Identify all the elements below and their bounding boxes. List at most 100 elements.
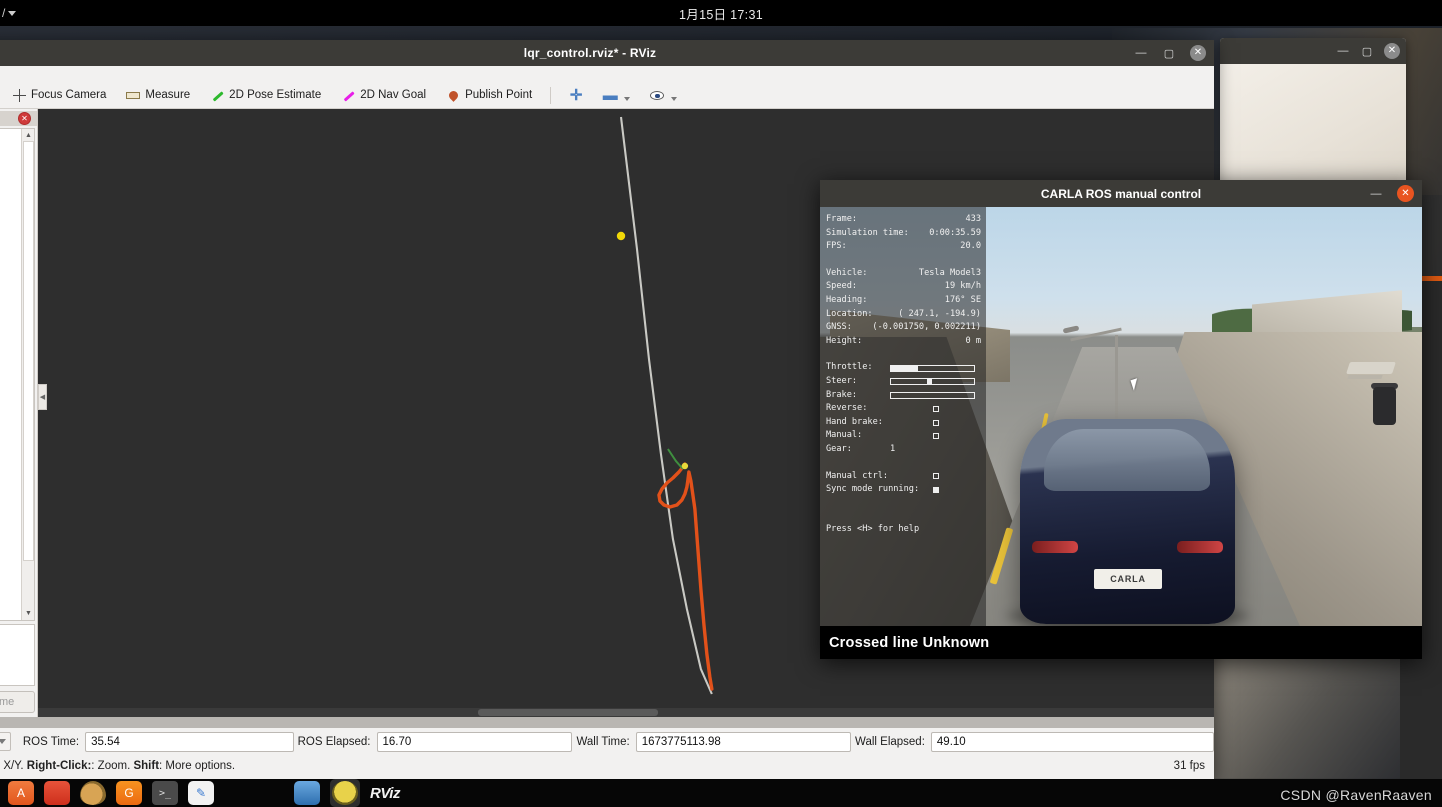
toolbar-divider bbox=[550, 86, 552, 104]
measure-ruler-icon bbox=[126, 88, 141, 102]
tool-zoom-out[interactable]: ▬ bbox=[593, 86, 640, 104]
tool-2d-nav-goal-label: 2D Nav Goal bbox=[360, 89, 427, 101]
sim-ego-vehicle: CARLA bbox=[1020, 419, 1235, 624]
chevron-down-icon[interactable] bbox=[671, 97, 678, 101]
wall-elapsed-field[interactable]: 49.10 bbox=[930, 731, 1214, 752]
displays-panel: ✕ e/… ▲ ▼ name bbox=[0, 109, 38, 717]
displays-property-area[interactable] bbox=[0, 624, 35, 686]
hud-location-value: ( 247.1, -194.9) bbox=[898, 308, 981, 319]
waypoint-marker bbox=[616, 231, 626, 241]
tool-zoom-in[interactable]: ✛ bbox=[559, 86, 593, 104]
minimize-icon[interactable]: — bbox=[1134, 47, 1148, 59]
visibility-eye-icon bbox=[650, 88, 665, 102]
sim-street-lamp-head bbox=[1062, 325, 1080, 334]
close-icon[interactable]: ✕ bbox=[1397, 185, 1414, 202]
hud-reverse-row: Reverse: bbox=[826, 402, 981, 416]
scroll-up-icon[interactable]: ▲ bbox=[23, 130, 34, 141]
watermark: CSDN @RavenRaaven bbox=[1280, 787, 1432, 803]
hud-steer-label: Steer: bbox=[826, 375, 858, 386]
rviz-toolbar: Focus Camera Measure 2D Pose Estimate 2D… bbox=[0, 82, 1214, 109]
pose-estimate-arrow-icon bbox=[210, 88, 224, 102]
hud-gear-row: Gear: 1 bbox=[826, 443, 981, 457]
top-bar-app-menu[interactable]: / bbox=[2, 6, 17, 20]
close-icon[interactable]: ✕ bbox=[18, 112, 31, 125]
taskbar-active-app-label: RViz bbox=[370, 784, 400, 802]
taskbar-active-app[interactable] bbox=[330, 779, 360, 807]
heading-segment-line bbox=[667, 448, 684, 470]
time-source-select[interactable] bbox=[0, 732, 11, 751]
displays-scrollbar[interactable]: ▲ ▼ bbox=[21, 129, 34, 620]
background-window[interactable]: — ▢ ✕ bbox=[1220, 38, 1406, 186]
rviz-menubar[interactable] bbox=[0, 66, 1214, 82]
hud-gnss-row: GNSS: (-0.001750, 0.002211) bbox=[826, 321, 981, 335]
carla-titlebar: CARLA ROS manual control — ✕ bbox=[820, 180, 1422, 207]
hint-bold-shift: Shift bbox=[133, 760, 160, 772]
nav-goal-arrow-icon bbox=[341, 88, 355, 102]
carla-notification-bar: Crossed line Unknown bbox=[820, 626, 1422, 659]
background-window-titlebar: — ▢ ✕ bbox=[1220, 38, 1406, 64]
hud-speed-label: Speed: bbox=[826, 281, 858, 292]
view-horizontal-scrollbar[interactable] bbox=[38, 708, 1214, 717]
hud-handbrake-checkbox bbox=[933, 419, 939, 426]
carla-window-controls: — ✕ bbox=[1369, 185, 1414, 202]
ros-time-label: ROS Time: bbox=[22, 735, 80, 748]
tool-focus-camera[interactable]: Focus Camera bbox=[2, 86, 116, 104]
text-editor-icon[interactable]: ✎ bbox=[188, 781, 214, 805]
ros-elapsed-field[interactable]: 16.70 bbox=[376, 731, 573, 752]
scroll-down-icon[interactable]: ▼ bbox=[23, 608, 34, 619]
hud-handbrake-row: Hand brake: bbox=[826, 416, 981, 430]
hud-steer-bar bbox=[890, 378, 975, 386]
scrollbar-thumb[interactable] bbox=[23, 141, 34, 561]
hud-sim-time-value: 0:00:35.59 bbox=[929, 227, 981, 238]
minimize-icon[interactable]: — bbox=[1369, 188, 1383, 200]
ros-time-field[interactable]: 35.54 bbox=[85, 731, 294, 752]
ubuntu-software-icon[interactable]: A bbox=[8, 781, 34, 805]
carla-window: CARLA ROS manual control — ✕ CARLA Frame… bbox=[820, 180, 1422, 659]
hud-vehicle-value: Tesla Model3 bbox=[918, 267, 981, 278]
maximize-icon[interactable]: ▢ bbox=[1162, 47, 1176, 60]
sim-bench bbox=[1346, 362, 1396, 374]
hud-throttle-bar bbox=[890, 364, 975, 372]
wall-elapsed-label: Wall Elapsed: bbox=[855, 735, 925, 748]
displays-tree[interactable]: e/… ▲ ▼ bbox=[0, 128, 35, 621]
hud-steer-row: Steer: bbox=[826, 375, 981, 389]
vlc-media-icon[interactable] bbox=[294, 781, 320, 805]
minimize-icon[interactable]: — bbox=[1336, 45, 1350, 57]
close-icon[interactable]: ✕ bbox=[1190, 45, 1206, 61]
hud-location-label: Location: bbox=[826, 308, 873, 319]
tool-measure[interactable]: Measure bbox=[116, 86, 200, 104]
vehicle-marker bbox=[681, 462, 689, 470]
chevron-down-icon[interactable] bbox=[624, 97, 631, 101]
firefox-icon[interactable] bbox=[44, 781, 70, 805]
displays-panel-header: ✕ bbox=[0, 111, 37, 126]
tool-visibility[interactable] bbox=[640, 86, 687, 104]
hint-mid: : Zoom. bbox=[91, 760, 134, 772]
sim-vehicle-taillight bbox=[1177, 541, 1223, 553]
gimp-icon[interactable]: G bbox=[116, 781, 142, 805]
rviz-mouse-hint: Move X/Y. Right-Click:: Zoom. Shift: Mor… bbox=[0, 760, 235, 772]
chevron-down-icon bbox=[0, 739, 6, 744]
tool-publish-point[interactable]: Publish Point bbox=[436, 86, 542, 104]
hud-spacer bbox=[826, 348, 981, 361]
hud-manual-row: Manual: bbox=[826, 429, 981, 443]
scrollbar-thumb[interactable] bbox=[478, 709, 658, 716]
publish-point-pin-icon bbox=[446, 88, 460, 102]
sim-vehicle-taillight bbox=[1032, 541, 1078, 553]
rename-button[interactable]: name bbox=[0, 691, 35, 713]
panel-collapse-handle[interactable]: ◀ bbox=[38, 384, 47, 410]
thunderbird-icon[interactable] bbox=[80, 781, 106, 805]
sim-bench bbox=[1347, 375, 1383, 379]
tool-2d-nav-goal[interactable]: 2D Nav Goal bbox=[331, 86, 436, 104]
hud-height-value: 0 m bbox=[965, 335, 981, 346]
maximize-icon[interactable]: ▢ bbox=[1360, 45, 1374, 58]
hud-help-text: Press <H> for help bbox=[826, 523, 920, 534]
terminal-icon[interactable]: >_ bbox=[152, 781, 178, 805]
carla-simulation-view[interactable]: CARLA Frame: 433 Simulation time: 0:00:3… bbox=[820, 207, 1422, 626]
wall-time-field[interactable]: 1673775113.98 bbox=[635, 731, 852, 752]
close-icon[interactable]: ✕ bbox=[1384, 43, 1400, 59]
system-clock[interactable]: 1月15日 17:31 bbox=[679, 4, 763, 23]
hud-vehicle-label: Vehicle: bbox=[826, 267, 868, 278]
tool-2d-pose-estimate[interactable]: 2D Pose Estimate bbox=[200, 86, 331, 104]
hud-sync-mode-label: Sync mode running: bbox=[826, 484, 920, 495]
rviz-titlebar: lqr_control.rviz* - RViz — ▢ ✕ bbox=[0, 40, 1214, 66]
